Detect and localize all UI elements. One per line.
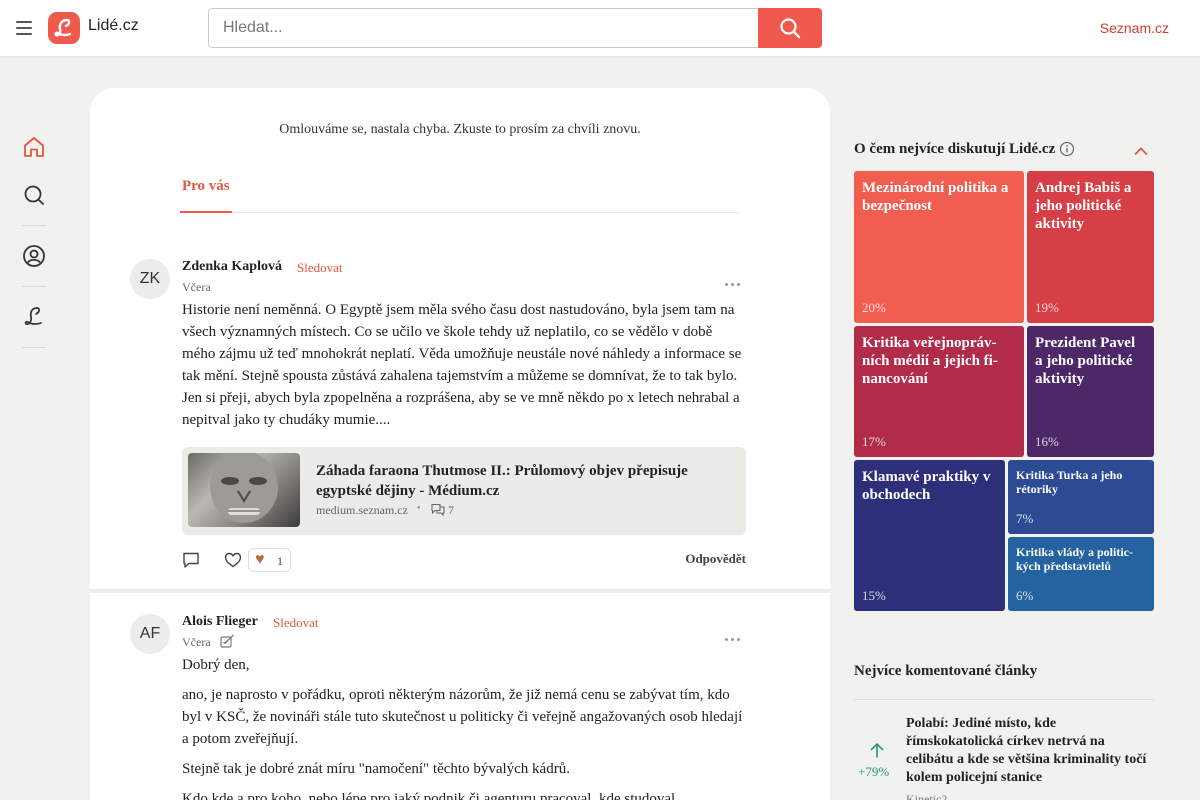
- profile-icon[interactable]: [22, 244, 46, 268]
- search-icon: [780, 18, 801, 39]
- article-title[interactable]: Polabí: Jediné místo, kde římskokatolick…: [906, 715, 1154, 787]
- author-name[interactable]: Alois Flieger: [182, 614, 258, 630]
- topic-tile[interactable]: Prezident Pavel a jeho politické aktivit…: [1027, 326, 1154, 457]
- topic-percent: 15%: [862, 588, 886, 603]
- topic-title: Mezinárodní politika a bezpečnost: [862, 180, 1009, 214]
- link-card[interactable]: Záhada faraona Thutmose II.: Průlomový o…: [182, 447, 746, 535]
- post-separator: [90, 589, 830, 593]
- feed-tabs: Pro vás: [180, 168, 740, 213]
- post-text: Historie není neměnná. O Egyptě jsem měl…: [182, 302, 742, 428]
- info-icon[interactable]: [1059, 141, 1075, 162]
- avatar[interactable]: AF: [130, 614, 170, 654]
- search-input[interactable]: [208, 8, 759, 48]
- topic-tile[interactable]: Kritika Turka a jeho rétoriky 7%: [1008, 460, 1154, 534]
- menu-icon[interactable]: [16, 21, 32, 35]
- topic-tile[interactable]: Mezinárodní politika a bezpečnost 20%: [854, 171, 1024, 323]
- topic-percent: 19%: [1035, 300, 1059, 315]
- nav-divider: [22, 286, 46, 287]
- site-name[interactable]: Lidé.cz: [88, 17, 139, 35]
- search-nav-icon[interactable]: [22, 183, 46, 207]
- top-header: Lidé.cz Seznam.cz: [0, 0, 1200, 56]
- article-change: +79%: [858, 764, 890, 779]
- topic-title: Klamavé praktiky v obchodech: [862, 469, 991, 503]
- topic-tile[interactable]: Kritika veřejnopráv­ních médií a jejich …: [854, 326, 1024, 457]
- link-card-source: medium.seznam.cz: [316, 503, 408, 517]
- comments-count: 7: [448, 503, 454, 517]
- topic-tile[interactable]: Andrej Babiš a jeho politické aktivity 1…: [1027, 171, 1154, 323]
- topic-percent: 20%: [862, 300, 886, 315]
- chevron-up-icon[interactable]: [1134, 143, 1148, 161]
- topic-tile[interactable]: Kritika vlády a politic­kých představite…: [1008, 537, 1154, 611]
- lide-nav-icon[interactable]: [22, 305, 46, 329]
- post-paragraph: Stejně tak je dobré znát míru "namočení"…: [182, 761, 570, 777]
- post-actions: ♥ 1 Odpovědět: [182, 548, 746, 572]
- topics-heading: O čem nejvíce diskutují Lidé.cz: [854, 141, 1056, 157]
- more-options-icon[interactable]: [725, 628, 743, 641]
- topic-title: Kritika vlády a politic­kých představite…: [1016, 545, 1134, 573]
- topic-title: Kritika veřejnopráv­ních médií a jejich …: [862, 335, 998, 387]
- topic-tile[interactable]: Klamavé praktiky v obchodech 15%: [854, 460, 1005, 611]
- post-paragraph: Kdo kde a pro koho, nebo lépe pro jaký p…: [182, 791, 676, 800]
- tab-pro-vas[interactable]: Pro vás: [180, 168, 232, 213]
- topic-percent: 7%: [1016, 511, 1034, 526]
- topic-title: Prezident Pavel a jeho politické aktivit…: [1035, 335, 1136, 387]
- link-card-title: Záhada faraona Thutmose II.: Průlomový o…: [316, 463, 688, 499]
- like-icon[interactable]: [224, 551, 242, 574]
- post-text: Dobrý den, ano, je naprosto v pořádku, o…: [182, 654, 747, 800]
- comments-icon: [431, 503, 445, 517]
- post-time: Včera: [182, 635, 211, 649]
- heart-reaction-icon: ♥: [255, 551, 265, 568]
- arrow-up-icon: [869, 742, 885, 763]
- article-source: Kinetic2: [906, 792, 948, 800]
- seznam-link[interactable]: Seznam.cz: [1100, 20, 1169, 36]
- lide-logo-icon[interactable]: [48, 12, 80, 44]
- more-options-icon[interactable]: [725, 273, 743, 286]
- author-name[interactable]: Zdenka Kaplová: [182, 259, 282, 275]
- avatar[interactable]: ZK: [130, 259, 170, 299]
- error-message: Omlouváme se, nastala chyba. Zkuste to p…: [279, 122, 641, 137]
- topic-title: Andrej Babiš a jeho politické aktivity: [1035, 180, 1132, 232]
- topic-percent: 6%: [1016, 588, 1034, 603]
- article-thumbnail: [188, 453, 300, 527]
- section-divider: [854, 699, 1154, 700]
- post-paragraph: Dobrý den,: [182, 657, 250, 673]
- link-card-comments: 7: [431, 503, 454, 518]
- reaction-badge[interactable]: ♥ 1: [248, 548, 291, 572]
- nav-divider: [22, 347, 46, 348]
- bullet-separator: •: [417, 503, 421, 514]
- nav-divider: [22, 225, 46, 226]
- home-icon[interactable]: [22, 135, 46, 159]
- feed-panel: Omlouváme se, nastala chyba. Zkuste to p…: [90, 88, 830, 800]
- articles-heading: Nejvíce komentované články: [854, 663, 1038, 679]
- comment-icon[interactable]: [182, 551, 200, 574]
- follow-button[interactable]: Sledovat: [273, 615, 319, 631]
- topic-percent: 16%: [1035, 434, 1059, 449]
- reply-button[interactable]: Odpovědět: [685, 551, 746, 567]
- topic-percent: 17%: [862, 434, 886, 449]
- follow-button[interactable]: Sledovat: [297, 260, 343, 276]
- post-time: Včera: [182, 280, 211, 294]
- topic-title: Kritika Turka a jeho rétoriky: [1016, 468, 1123, 496]
- edited-icon: [220, 634, 235, 654]
- reaction-count: 1: [277, 554, 283, 568]
- post-paragraph: ano, je naprosto v pořádku, oproti někte…: [182, 687, 743, 747]
- search-button[interactable]: [758, 8, 822, 48]
